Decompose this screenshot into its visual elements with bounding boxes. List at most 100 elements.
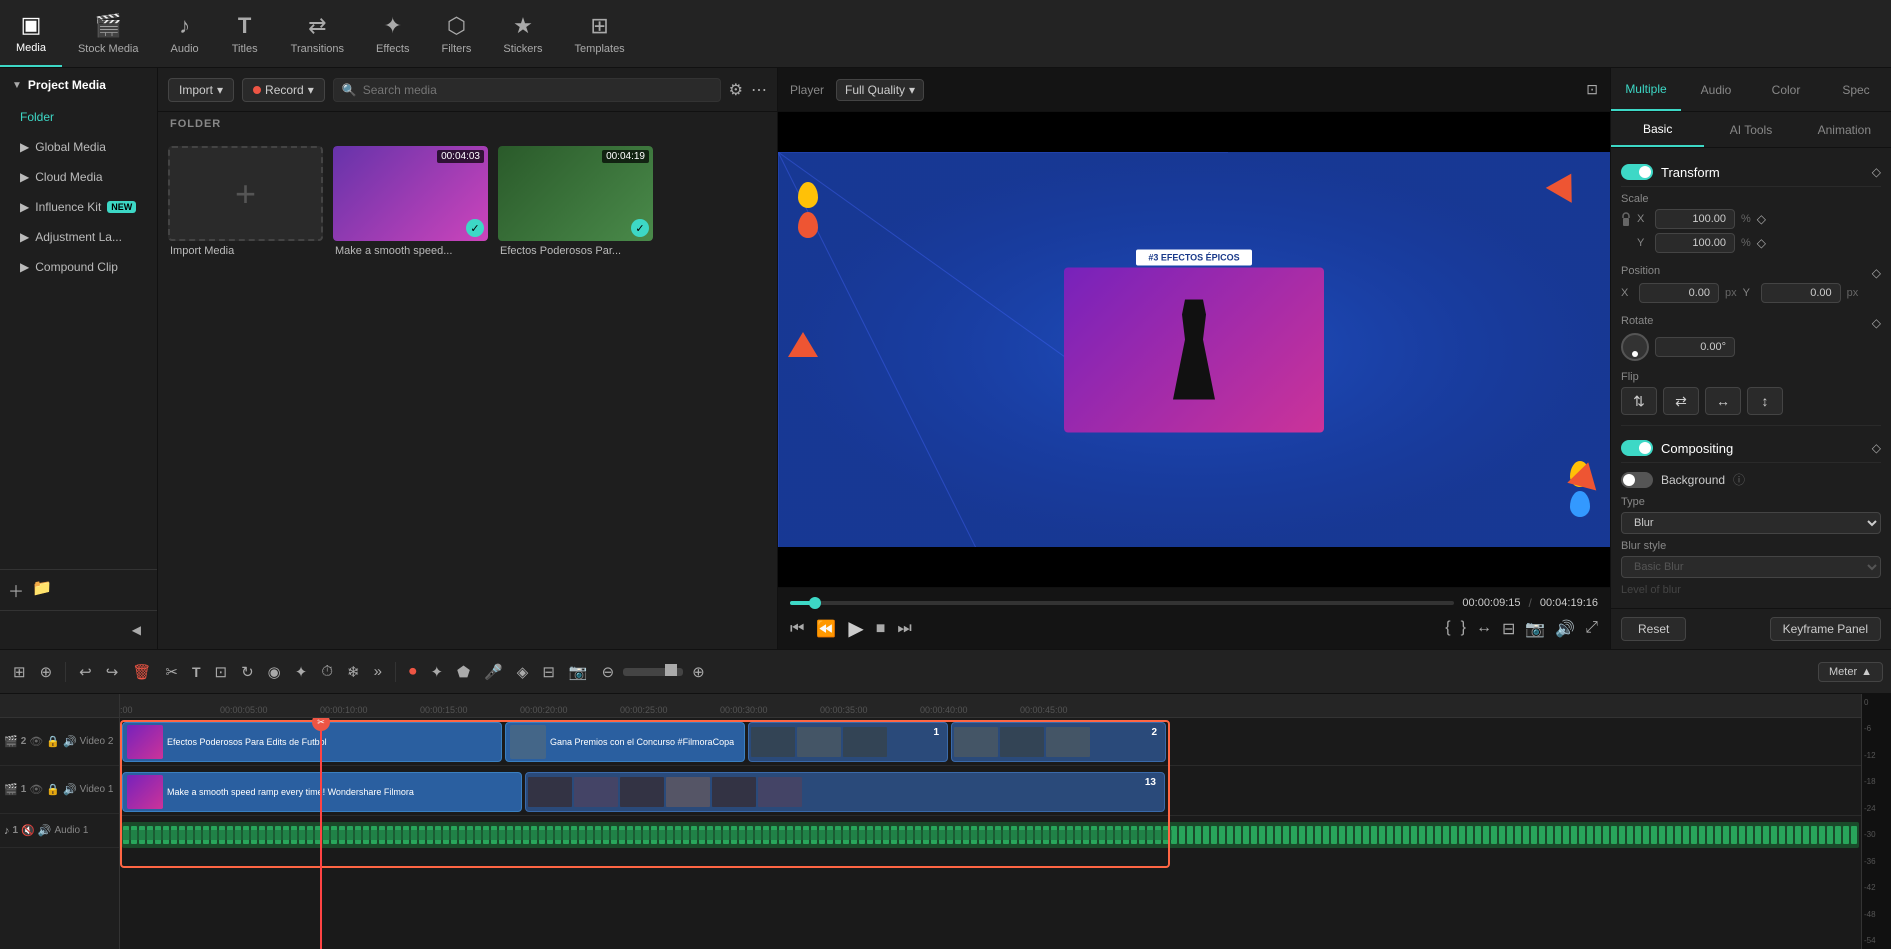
tl-rotate-btn[interactable]: ↻ [236, 659, 259, 685]
toolbar-stock-media[interactable]: 🎬 Stock Media [62, 0, 155, 67]
meter-button[interactable]: Meter ▲ [1818, 662, 1883, 682]
sidebar-item-influence-kit[interactable]: ▶ Influence Kit NEW [0, 192, 157, 222]
audio1-mute-btn[interactable]: 🔇 [21, 824, 35, 837]
bg-type-select[interactable]: Blur [1621, 512, 1881, 534]
scrubber-thumb[interactable] [809, 597, 821, 609]
media-item-0[interactable]: 00:04:03 ✓ Make a smooth speed... [333, 146, 488, 257]
toolbar-audio[interactable]: ♪ Audio [155, 0, 215, 67]
toolbar-effects[interactable]: ✦ Effects [360, 0, 425, 67]
video2-clip-3[interactable]: 1 [748, 722, 948, 762]
flip-btn-3[interactable]: ↔ [1705, 387, 1741, 415]
tl-snapshot-btn[interactable]: 📷 [564, 659, 593, 685]
toolbar-titles[interactable]: T Titles [215, 0, 275, 67]
background-toggle[interactable] [1621, 472, 1653, 488]
prev-frame-btn[interactable]: ⏮ [790, 620, 804, 638]
sub-tab-ai-tools[interactable]: AI Tools [1704, 112, 1797, 147]
fullscreen-btn[interactable]: ⤢ [1585, 619, 1598, 639]
scale-x-input[interactable] [1655, 209, 1735, 229]
video2-audio-btn[interactable]: 🔊 [63, 735, 77, 748]
tl-record-btn[interactable]: ⏺ [404, 659, 422, 684]
filter-icon[interactable]: ⚙ [729, 80, 743, 100]
video2-eye-btn[interactable]: 👁 [29, 735, 43, 748]
search-input[interactable] [363, 83, 712, 97]
video2-clip-2[interactable]: Gana Premios con el Concurso #FilmoraCop… [505, 722, 745, 762]
project-media-header[interactable]: ▼ Project Media [0, 68, 157, 102]
flip-vertical-btn[interactable]: ⇅ [1621, 387, 1657, 415]
tl-speed-btn[interactable]: ⏱ [316, 659, 338, 684]
transform-diamond[interactable]: ◇ [1872, 165, 1881, 179]
scale-x-diamond[interactable]: ◇ [1757, 212, 1766, 226]
compositing-diamond[interactable]: ◇ [1872, 441, 1881, 455]
search-bar[interactable]: 🔍 [333, 78, 721, 102]
import-thumb[interactable]: + [168, 146, 323, 241]
position-diamond[interactable]: ◇ [1872, 266, 1881, 280]
video1-audio-btn[interactable]: 🔊 [63, 783, 77, 796]
sidebar-folder-btn[interactable]: 📁 [32, 578, 52, 602]
tl-ripple-btn[interactable]: ⊕ [35, 659, 58, 685]
audio-btn[interactable]: 🔊 [1555, 619, 1575, 639]
flip-btn-4[interactable]: ↕ [1747, 387, 1783, 415]
sidebar-collapse-btn[interactable]: ◀ [124, 615, 149, 645]
sidebar-item-adjustment[interactable]: ▶ Adjustment La... [0, 222, 157, 252]
tab-spec[interactable]: Spec [1821, 68, 1891, 111]
tl-crop-btn[interactable]: ⊡ [210, 659, 233, 685]
tl-zoom-out-btn[interactable]: ⊖ [597, 659, 620, 685]
tl-redo-btn[interactable]: ↪ [101, 659, 124, 685]
sidebar-item-cloud-media[interactable]: ▶ Cloud Media [0, 162, 157, 192]
play-btn[interactable]: ▶ [848, 616, 863, 641]
import-button[interactable]: Import ▾ [168, 78, 234, 102]
video1-clip-2[interactable]: 13 [525, 772, 1165, 812]
scale-y-input[interactable] [1655, 233, 1735, 253]
rotate-diamond[interactable]: ◇ [1872, 316, 1881, 330]
background-help-icon[interactable]: ⓘ [1733, 471, 1745, 488]
in-point-btn[interactable]: { [1445, 619, 1450, 639]
tl-text-btn[interactable]: T [187, 660, 206, 684]
tl-color-btn[interactable]: ◉ [263, 659, 286, 685]
snapshot-btn[interactable]: 📷 [1525, 619, 1545, 639]
tl-cut-btn[interactable]: ✂ [160, 659, 183, 685]
blur-style-select[interactable]: Basic Blur [1621, 556, 1881, 578]
preview-screen-icon[interactable]: ⊡ [1586, 81, 1598, 98]
pos-y-input[interactable] [1761, 283, 1841, 303]
more-icon[interactable]: ⋯ [751, 80, 767, 100]
tl-fx-btn[interactable]: ✦ [425, 659, 448, 685]
keyframe-panel-button[interactable]: Keyframe Panel [1770, 617, 1881, 641]
split-btn[interactable]: ⊟ [1502, 619, 1515, 639]
transform-toggle[interactable] [1621, 164, 1653, 180]
compositing-toggle[interactable] [1621, 440, 1653, 456]
out-point-btn[interactable]: } [1461, 619, 1466, 639]
sub-tab-basic[interactable]: Basic [1611, 112, 1704, 147]
tl-keyframe-btn[interactable]: ◈ [512, 659, 534, 685]
scale-y-diamond[interactable]: ◇ [1757, 236, 1766, 250]
quality-select[interactable]: Full Quality ▾ [836, 79, 924, 101]
flip-horizontal-btn[interactable]: ⇄ [1663, 387, 1699, 415]
pos-x-input[interactable] [1639, 283, 1719, 303]
rotate-input[interactable] [1655, 337, 1735, 357]
toolbar-media[interactable]: ▣ Media [0, 0, 62, 67]
tl-more-btn[interactable]: » [369, 659, 387, 684]
sidebar-item-compound-clip[interactable]: ▶ Compound Clip [0, 252, 157, 282]
toolbar-stickers[interactable]: ★ Stickers [487, 0, 558, 67]
video2-clip-4[interactable]: 2 [951, 722, 1166, 762]
scrubber-track[interactable] [790, 601, 1454, 605]
tl-mask-btn[interactable]: ⬟ [452, 659, 475, 685]
video2-clip-1[interactable]: Efectos Poderosos Para Edits de Futbol [122, 722, 502, 762]
tl-split-btn[interactable]: ⊟ [537, 659, 560, 685]
clip-preview-btn[interactable]: ↔ [1476, 619, 1492, 639]
toolbar-transitions[interactable]: ⇄ Transitions [275, 0, 360, 67]
audio1-vol-btn[interactable]: 🔊 [38, 824, 52, 837]
tl-freeze-btn[interactable]: ❄ [342, 659, 365, 685]
media-item-1[interactable]: 00:04:19 ✓ Efectos Poderosos Par... [498, 146, 653, 257]
tl-voice-btn[interactable]: 🎤 [479, 659, 508, 685]
next-frame-btn[interactable]: ⏭ [897, 620, 911, 638]
tl-snap-btn[interactable]: ⊞ [8, 659, 31, 685]
toolbar-filters[interactable]: ⬡ Filters [425, 0, 487, 67]
video2-lock-btn[interactable]: 🔒 [46, 735, 60, 748]
tab-audio[interactable]: Audio [1681, 68, 1751, 111]
record-button[interactable]: Record ▾ [242, 78, 325, 102]
stop-btn[interactable]: ■ [876, 620, 886, 638]
reset-button[interactable]: Reset [1621, 617, 1686, 641]
sub-tab-animation[interactable]: Animation [1798, 112, 1891, 147]
sidebar-item-global-media[interactable]: ▶ Global Media [0, 132, 157, 162]
rotate-dial[interactable] [1621, 333, 1649, 361]
